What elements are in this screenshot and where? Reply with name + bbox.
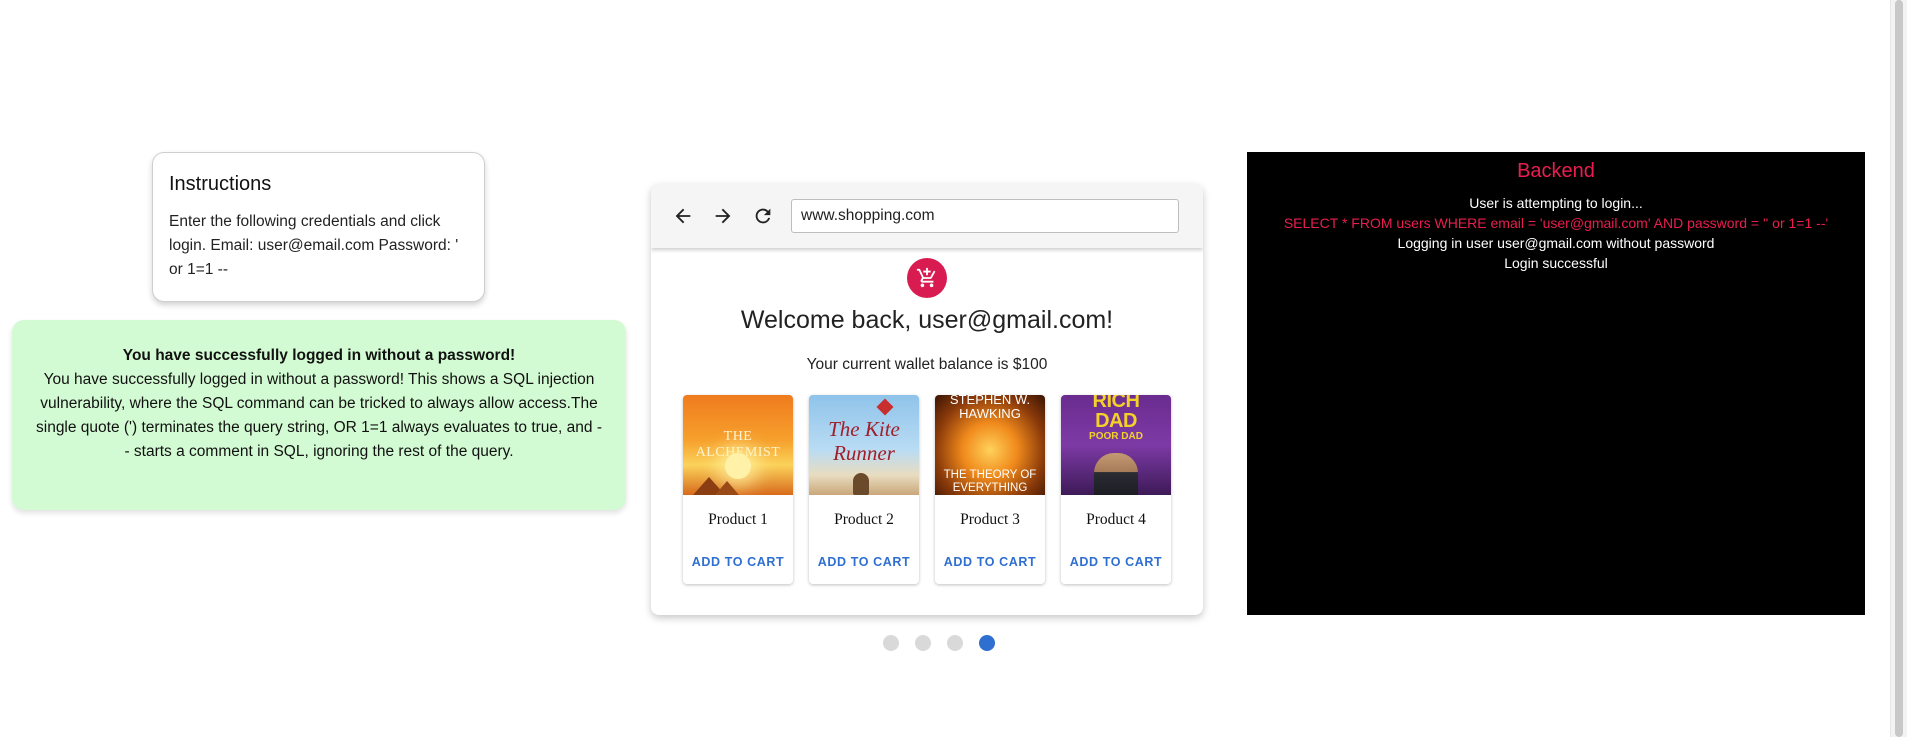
product-name: Product 4 (1086, 511, 1146, 528)
backend-console: Backend User is attempting to login... S… (1247, 152, 1865, 615)
welcome-heading: Welcome back, user@gmail.com! (740, 306, 1114, 334)
kite-shape (876, 398, 894, 416)
add-to-cart-button[interactable]: ADD TO CART (683, 555, 793, 569)
browser-window: Welcome back, user@gmail.com! Your curre… (651, 184, 1203, 615)
portrait-shape (1094, 453, 1138, 495)
success-message: You have successfully logged in without … (12, 320, 626, 510)
product-cover-image: The Kite Runner (809, 395, 919, 495)
cover-subtitle: THE THEORY OF EVERYTHING (943, 469, 1037, 494)
backend-log-line: User is attempting to login... (1469, 195, 1643, 211)
product-list: THE ALCHEMIST Product 1 ADD TO CART The … (683, 395, 1171, 584)
scrollbar-thumb[interactable] (1895, 0, 1903, 737)
product-name: Product 1 (708, 511, 768, 528)
sun-shape (725, 453, 751, 479)
success-title: You have successfully logged in without … (122, 347, 516, 364)
page-scrollbar[interactable] (1890, 0, 1907, 737)
backend-log-line: Logging in user user@gmail.com without p… (1397, 235, 1715, 251)
back-button[interactable] (669, 202, 697, 230)
carousel-dot-active[interactable] (979, 635, 995, 651)
browser-toolbar (651, 184, 1203, 248)
instructions-text: Enter the following credentials and clic… (169, 213, 459, 278)
backend-title: Backend (1517, 160, 1595, 182)
cart-badge (907, 258, 947, 298)
carousel-dot[interactable] (883, 635, 899, 651)
product-cover-image: RICH DAD POOR DAD (1061, 395, 1171, 495)
backend-log-line: Login successful (1504, 255, 1608, 271)
product-name: Product 3 (960, 511, 1020, 528)
reload-icon (755, 208, 771, 224)
instructions-card: Instructions Enter the following credent… (152, 152, 485, 302)
shop-page: Welcome back, user@gmail.com! Your curre… (651, 248, 1203, 615)
page: Instructions Enter the following credent… (0, 0, 1907, 737)
url-input[interactable] (791, 199, 1179, 233)
product-cover-image: THE ALCHEMIST (683, 395, 793, 495)
carousel-indicators (883, 635, 995, 651)
reload-button[interactable] (749, 202, 777, 230)
product-card: RICH DAD POOR DAD Product 4 ADD TO CART (1061, 395, 1171, 584)
carousel-dot[interactable] (947, 635, 963, 651)
cover-title: The Kite Runner (828, 417, 900, 465)
arrow-forward-icon (715, 208, 731, 224)
cover-title: STEPHEN W. HAWKING (949, 395, 1031, 421)
instructions-title: Instructions (169, 173, 272, 195)
product-name: Product 2 (834, 511, 894, 528)
arrow-back-icon (675, 208, 691, 224)
add-to-cart-button[interactable]: ADD TO CART (1061, 555, 1171, 569)
carousel-dot[interactable] (915, 635, 931, 651)
add-to-cart-button[interactable]: ADD TO CART (809, 555, 919, 569)
cover-subtitle: POOR DAD (1089, 431, 1143, 442)
product-card: The Kite Runner Product 2 ADD TO CART (809, 395, 919, 584)
forward-button[interactable] (709, 202, 737, 230)
add-to-cart-button[interactable]: ADD TO CART (935, 555, 1045, 569)
figure-shape (853, 473, 869, 495)
shopping-cart-icon (916, 267, 936, 288)
product-card: STEPHEN W. HAWKING THE THEORY OF EVERYTH… (935, 395, 1045, 584)
wallet-balance: Your current wallet balance is $100 (806, 356, 1048, 373)
pyramid-shape (715, 481, 739, 495)
product-cover-image: STEPHEN W. HAWKING THE THEORY OF EVERYTH… (935, 395, 1045, 495)
product-card: THE ALCHEMIST Product 1 ADD TO CART (683, 395, 793, 584)
success-body: You have successfully logged in without … (36, 371, 602, 460)
cover-title: RICH DAD (1092, 395, 1140, 432)
backend-sql-query: SELECT * FROM users WHERE email = 'user@… (1283, 215, 1829, 231)
